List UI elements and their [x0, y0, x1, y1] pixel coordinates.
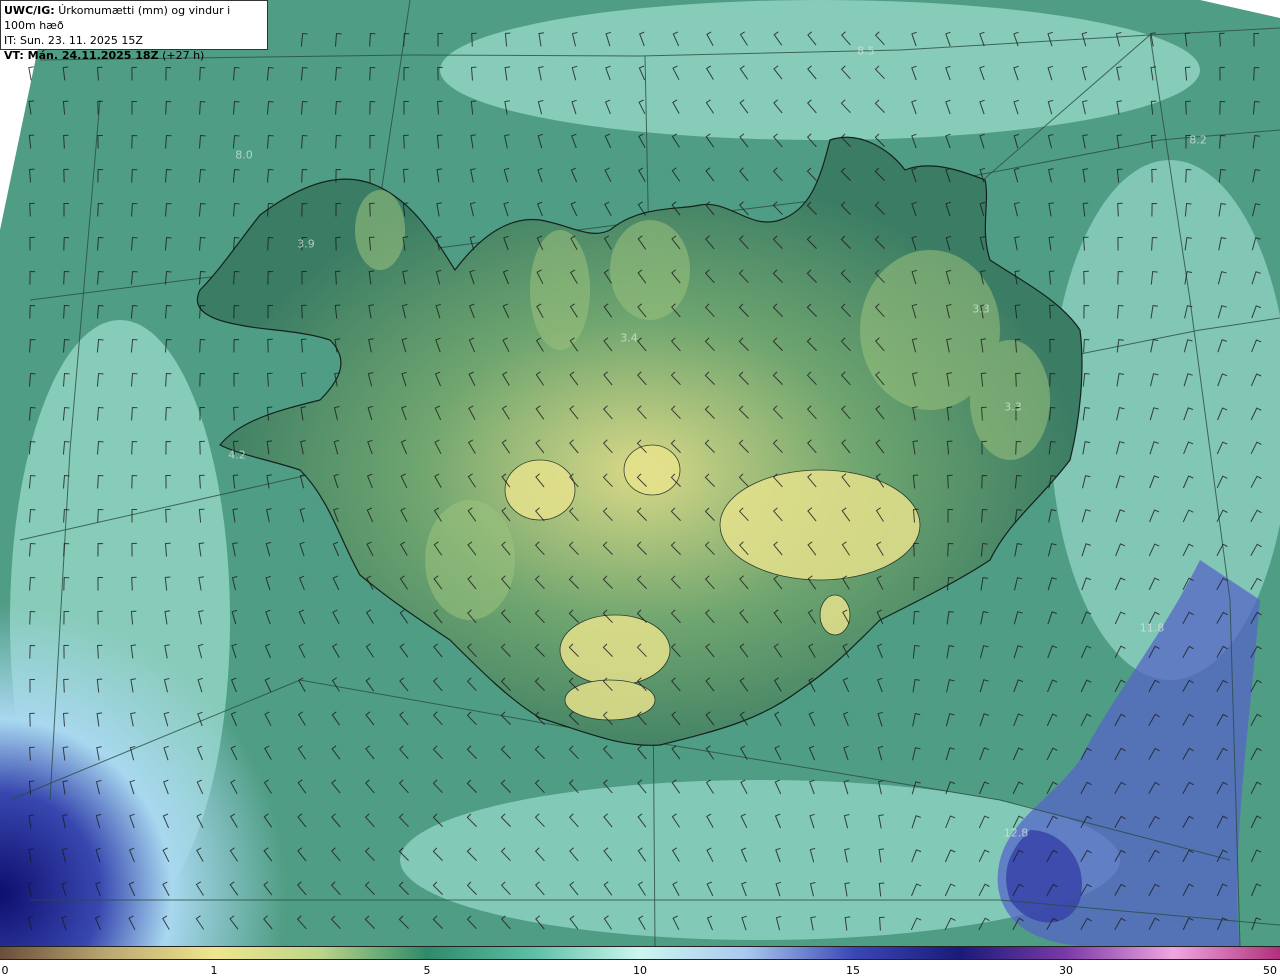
colorbar-tick-1: 1: [210, 964, 218, 977]
forecast-offset: (+27 h): [162, 49, 205, 62]
max-label-snaefellsnes: 4.2: [228, 448, 246, 462]
valid-time: VT: Mán. 24.11.2025 18Z: [4, 49, 159, 62]
max-label-southeast-sea: 12.8: [1003, 826, 1029, 840]
colorbar-tick-50: 50: [1263, 964, 1277, 977]
colorbar-strip: [0, 946, 1280, 960]
colorbar-tick-30: 30: [1059, 964, 1073, 977]
max-label-northeast-sea: 8.2: [1189, 133, 1207, 147]
max-label-north: 3.4: [620, 331, 638, 345]
initial-time: IT: Sun. 23. 11. 2025 15Z: [4, 34, 143, 47]
max-label-northeast: 3.3: [972, 302, 990, 316]
sea-light-band-north: [440, 0, 1200, 140]
colorbar: 0 1 5 10 15 30 50: [0, 946, 1280, 978]
max-label-north-sea: 8.5: [857, 44, 875, 58]
precipitation-wind-map: [0, 0, 1280, 946]
title-line: UWC/IG: Úrkomumætti (mm) og vindur i 100…: [4, 3, 264, 33]
colorbar-tick-5: 5: [423, 964, 431, 977]
max-label-northwest-sea: 8.0: [235, 148, 253, 162]
forecast-info-box: UWC/IG: Úrkomumætti (mm) og vindur i 100…: [0, 0, 268, 62]
colorbar-tick-0: 0: [1, 964, 9, 977]
colorbar-tick-10: 10: [633, 964, 647, 977]
max-label-east: 3.3: [1004, 400, 1022, 414]
max-label-westfjords: 3.9: [297, 237, 315, 251]
valid-time-line: VT: Mán. 24.11.2025 18Z (+27 h): [4, 48, 264, 63]
max-label-east-sea: 11.8: [1139, 621, 1165, 635]
product-code: UWC/IG:: [4, 4, 55, 17]
colorbar-tick-15: 15: [846, 964, 860, 977]
forecast-map-view: 8.0 3.9 4.2 3.4 3.3 3.3 8.2 8.5 11.8 12.…: [0, 0, 1280, 978]
